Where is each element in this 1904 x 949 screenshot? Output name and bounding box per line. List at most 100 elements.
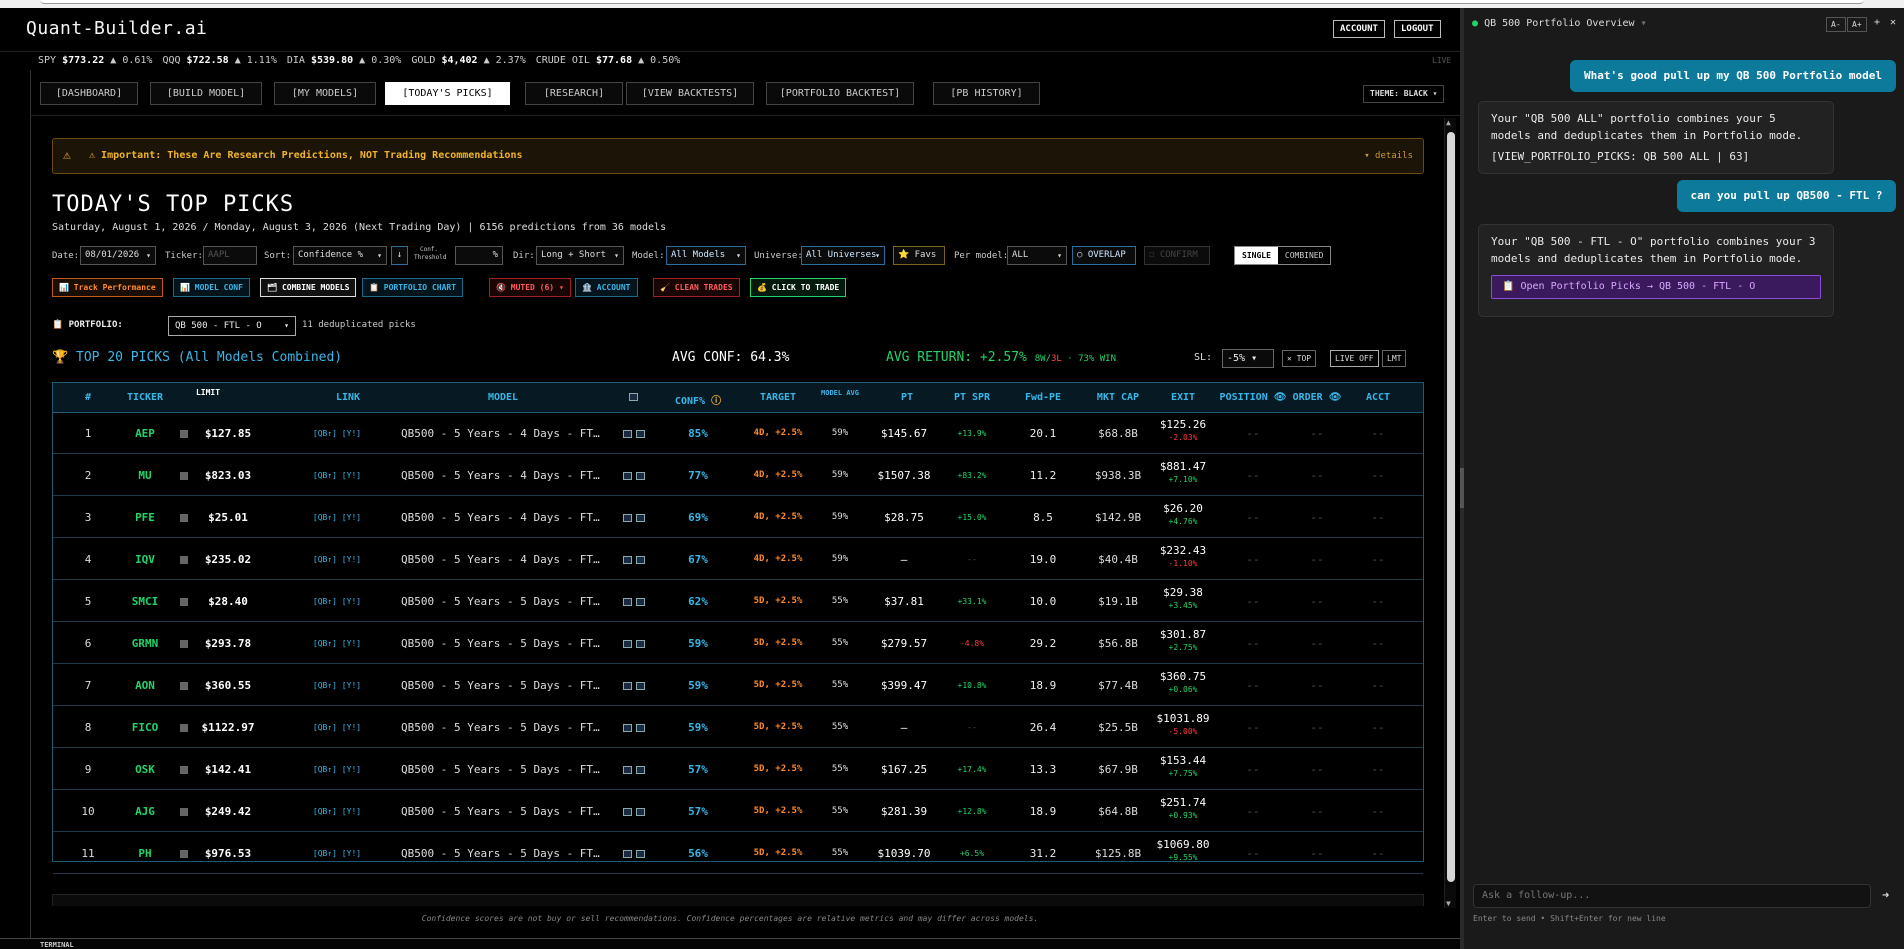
account[interactable]: -- bbox=[1358, 833, 1398, 874]
table-row[interactable]: 10 AJG $249.42 [QB↑] [Y!] QB500 - 5 Year… bbox=[53, 791, 1423, 832]
order[interactable]: -- bbox=[1297, 833, 1337, 874]
order[interactable]: -- bbox=[1297, 539, 1337, 580]
warning-details-toggle[interactable]: ▾ details bbox=[1364, 151, 1413, 161]
account-button[interactable]: ACCOUNT bbox=[1333, 20, 1385, 38]
table-row[interactable]: 8 FICO $1122.97 [QB↑] [Y!] QB500 - 5 Yea… bbox=[53, 707, 1423, 748]
ticker-symbol[interactable]: OSK bbox=[115, 749, 175, 790]
col-target[interactable]: TARGET bbox=[753, 392, 803, 403]
top-toggle-button[interactable]: ✕ TOP bbox=[1282, 350, 1317, 367]
external-links[interactable]: [QB↑] [Y!] bbox=[307, 539, 367, 580]
combined-mode-button[interactable]: COMBINED bbox=[1278, 247, 1331, 264]
new-chat-icon[interactable]: + bbox=[1874, 17, 1880, 28]
position[interactable]: -- bbox=[1233, 581, 1273, 622]
universe-select[interactable]: All Universes ▾ bbox=[801, 246, 885, 265]
external-links[interactable]: [QB↑] [Y!] bbox=[307, 707, 367, 748]
doc-icon[interactable] bbox=[177, 833, 191, 874]
col-exit[interactable]: EXIT bbox=[1163, 392, 1203, 403]
external-links[interactable]: [QB↑] [Y!] bbox=[307, 665, 367, 706]
chart-icon[interactable] bbox=[619, 539, 649, 580]
col-fwd-pe[interactable]: Fwd-PE bbox=[1018, 392, 1068, 403]
account[interactable]: -- bbox=[1358, 623, 1398, 664]
position[interactable]: -- bbox=[1233, 833, 1273, 874]
col-position[interactable]: POSITION 👁 bbox=[1213, 392, 1293, 403]
chart-icon[interactable] bbox=[619, 707, 649, 748]
chart-icon[interactable] bbox=[619, 581, 649, 622]
doc-icon[interactable] bbox=[177, 665, 191, 706]
order[interactable]: -- bbox=[1297, 665, 1337, 706]
table-row[interactable]: 4 IQV $235.02 [QB↑] [Y!] QB500 - 5 Years… bbox=[53, 539, 1423, 580]
tab-my-models[interactable]: [MY MODELS] bbox=[274, 82, 376, 105]
portfolio-select[interactable]: QB 500 - FTL - O ▾ bbox=[168, 316, 296, 336]
doc-icon[interactable] bbox=[177, 749, 191, 790]
conf-threshold-input[interactable]: % bbox=[455, 246, 503, 265]
col-num[interactable]: # bbox=[73, 392, 103, 403]
col-pt-spread[interactable]: PT SPR bbox=[947, 392, 997, 403]
table-row[interactable]: 1 AEP $127.85 [QB↑] [Y!] QB500 - 5 Years… bbox=[53, 413, 1423, 454]
limit-toggle-button[interactable]: LMT bbox=[1382, 350, 1407, 367]
logout-button[interactable]: LOGOUT bbox=[1394, 20, 1441, 38]
external-links[interactable]: [QB↑] [Y!] bbox=[307, 623, 367, 664]
chart-icon[interactable] bbox=[619, 749, 649, 790]
chart-icon[interactable] bbox=[619, 497, 649, 538]
table-row[interactable]: 7 AON $360.55 [QB↑] [Y!] QB500 - 5 Years… bbox=[53, 665, 1423, 706]
order[interactable]: -- bbox=[1297, 791, 1337, 832]
table-row[interactable]: 2 MU $823.03 [QB↑] [Y!] QB500 - 5 Years … bbox=[53, 455, 1423, 496]
model-conf-button[interactable]: 📊 MODEL CONF bbox=[173, 278, 250, 297]
ticker-symbol[interactable]: MU bbox=[115, 455, 175, 496]
account[interactable]: -- bbox=[1358, 791, 1398, 832]
table-row[interactable]: 11 PH $976.53 [QB↑] [Y!] QB500 - 5 Years… bbox=[53, 833, 1423, 874]
position[interactable]: -- bbox=[1233, 791, 1273, 832]
ticker-symbol[interactable]: IQV bbox=[115, 539, 175, 580]
external-links[interactable]: [QB↑] [Y!] bbox=[307, 497, 367, 538]
account-action-button[interactable]: 🏦 ACCOUNT bbox=[575, 278, 638, 297]
doc-icon[interactable] bbox=[177, 413, 191, 454]
ticker-symbol[interactable]: AEP bbox=[115, 413, 175, 454]
external-links[interactable]: [QB↑] [Y!] bbox=[307, 413, 367, 454]
order[interactable]: -- bbox=[1297, 413, 1337, 454]
chat-title[interactable]: ● QB 500 Portfolio Overview ▾ bbox=[1472, 18, 1647, 29]
doc-icon[interactable] bbox=[177, 581, 191, 622]
table-row[interactable]: 3 PFE $25.01 [QB↑] [Y!] QB500 - 5 Years … bbox=[53, 497, 1423, 538]
muted-dropdown[interactable]: 🔇 MUTED (6) ▾ bbox=[489, 278, 571, 297]
app-logo[interactable]: Quant-Builder.ai bbox=[26, 18, 207, 39]
account[interactable]: -- bbox=[1358, 413, 1398, 454]
order[interactable]: -- bbox=[1297, 749, 1337, 790]
per-model-select[interactable]: ALL ▾ bbox=[1007, 246, 1067, 265]
terminal-bar[interactable]: TERMINAL bbox=[0, 938, 1460, 949]
doc-icon[interactable] bbox=[177, 497, 191, 538]
order[interactable]: -- bbox=[1297, 455, 1337, 496]
tab-dashboard[interactable]: [DASHBOARD] bbox=[40, 82, 138, 105]
scroll-up-icon[interactable]: ▲ bbox=[1446, 118, 1451, 127]
col-order[interactable]: ORDER 👁 bbox=[1287, 392, 1347, 403]
ticker-symbol[interactable]: GRMN bbox=[115, 623, 175, 664]
doc-icon[interactable] bbox=[177, 539, 191, 580]
sort-select[interactable]: Confidence % ▾ bbox=[293, 246, 387, 265]
account[interactable]: -- bbox=[1358, 455, 1398, 496]
account[interactable]: -- bbox=[1358, 665, 1398, 706]
chart-icon[interactable] bbox=[619, 665, 649, 706]
col-acct[interactable]: ACCT bbox=[1358, 392, 1398, 403]
external-links[interactable]: [QB↑] [Y!] bbox=[307, 455, 367, 496]
model-select[interactable]: All Models ▾ bbox=[666, 246, 746, 265]
portfolio-chart-button[interactable]: 📋 PORTFOLIO CHART bbox=[362, 278, 464, 297]
confirm-button-disabled[interactable]: ☐ CONFIRM bbox=[1144, 246, 1210, 265]
doc-icon[interactable] bbox=[177, 791, 191, 832]
tab-portfolio-backtest[interactable]: [PORTFOLIO BACKTEST] bbox=[766, 82, 914, 105]
info-icon[interactable]: ⓘ bbox=[711, 396, 721, 407]
order[interactable]: -- bbox=[1297, 623, 1337, 664]
ticker-symbol[interactable]: AON bbox=[115, 665, 175, 706]
stop-loss-select[interactable]: -5% ▾ bbox=[1222, 349, 1274, 368]
send-icon[interactable]: ➜ bbox=[1882, 888, 1889, 902]
chart-icon[interactable] bbox=[619, 413, 649, 454]
position[interactable]: -- bbox=[1233, 749, 1273, 790]
chevron-down-icon[interactable]: ▾ bbox=[1641, 18, 1647, 29]
chat-input[interactable]: Ask a follow-up... bbox=[1473, 884, 1871, 908]
live-toggle-button[interactable]: LIVE OFF bbox=[1330, 350, 1379, 367]
account[interactable]: -- bbox=[1358, 749, 1398, 790]
account[interactable]: -- bbox=[1358, 581, 1398, 622]
account[interactable]: -- bbox=[1358, 497, 1398, 538]
scroll-down-icon[interactable]: ▼ bbox=[1446, 899, 1451, 908]
position[interactable]: -- bbox=[1233, 623, 1273, 664]
external-links[interactable]: [QB↑] [Y!] bbox=[307, 581, 367, 622]
order[interactable]: -- bbox=[1297, 707, 1337, 748]
